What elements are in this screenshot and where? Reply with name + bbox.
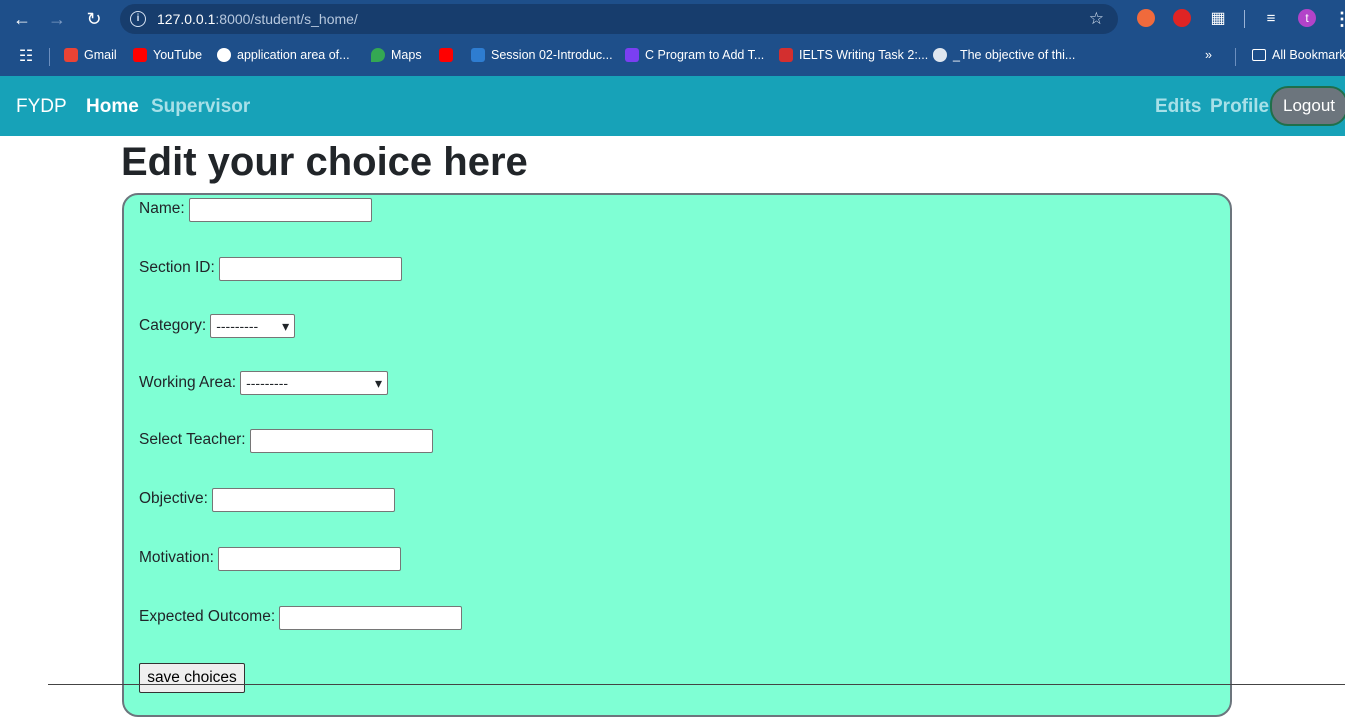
navbar-brand[interactable]: FYDP — [16, 96, 67, 118]
all-bookmarks-folder[interactable]: All Bookmarks — [1252, 48, 1345, 62]
outcome-row: Expected Outcome: — [139, 604, 463, 630]
bookmark-application-area[interactable]: application area of... — [217, 48, 350, 62]
apps-grid-icon[interactable]: ☷ — [14, 45, 38, 69]
browser-toolbar: ← → ↻ i 127.0.0.1:8000/student/s_home/ ☆… — [0, 0, 1345, 38]
all-bookmarks-label: All Bookmarks — [1272, 48, 1345, 62]
bookmark-maps[interactable]: Maps — [371, 48, 422, 62]
back-arrow-icon[interactable]: ← — [10, 7, 34, 31]
bookmark-label: application area of... — [237, 48, 350, 62]
category-selected-value: --------- — [216, 318, 259, 334]
objective-label: Objective: — [139, 490, 208, 507]
extensions-puzzle-icon[interactable]: ▦ — [1206, 7, 1230, 31]
bookmark-label: Gmail — [84, 48, 117, 62]
c-program-icon — [625, 48, 639, 62]
objective-row: Objective: — [139, 486, 395, 512]
address-bar[interactable]: i 127.0.0.1:8000/student/s_home/ ☆ — [120, 4, 1118, 34]
bookmarks-overflow-icon[interactable]: » — [1205, 48, 1212, 62]
bookmark-label: Maps — [391, 48, 422, 62]
globe-icon — [933, 48, 947, 62]
bookmark-objective[interactable]: _The objective of thi... — [933, 48, 1075, 62]
toolbar-divider — [1244, 10, 1245, 28]
liz-icon — [779, 48, 793, 62]
chevron-down-icon: ▾ — [282, 317, 290, 334]
motivation-input[interactable] — [217, 547, 401, 571]
bookmarks-bar: ☷ Gmail YouTube application area of... M… — [0, 38, 1345, 76]
site-info-icon[interactable]: i — [130, 11, 146, 27]
app-navbar: FYDP Home Supervisor Edits Profile Logou… — [0, 76, 1345, 136]
outcome-label: Expected Outcome: — [139, 608, 276, 625]
bookmark-label: _The objective of thi... — [953, 48, 1076, 62]
choice-form: Name: Section ID: Category: --------- ▾ W… — [122, 193, 1232, 717]
reload-icon[interactable]: ↻ — [82, 7, 106, 31]
bookmark-c-program[interactable]: C Program to Add T... — [625, 48, 764, 62]
working-area-label: Working Area: — [139, 374, 237, 391]
section-id-input[interactable] — [218, 257, 402, 281]
url-path: :8000/student/s_home/ — [215, 11, 358, 27]
bookmark-session-02[interactable]: Session 02-Introduc... — [471, 48, 613, 62]
bookmarks-divider — [49, 48, 50, 66]
session-icon — [471, 48, 485, 62]
motivation-row: Motivation: — [139, 545, 401, 571]
nav-home-link[interactable]: Home — [86, 96, 139, 118]
working-area-row: Working Area: --------- ▾ — [139, 371, 389, 395]
section-row: Section ID: — [139, 255, 402, 281]
url-host: 127.0.0.1 — [157, 11, 216, 27]
bookmark-label: YouTube — [153, 48, 203, 62]
google-icon — [217, 48, 231, 62]
extension-hand-icon[interactable] — [1173, 9, 1191, 27]
teacher-label: Select Teacher: — [139, 431, 246, 448]
youtube-icon — [133, 48, 147, 62]
profile-avatar[interactable]: t — [1298, 9, 1316, 27]
bookmark-label: Session 02-Introduc... — [491, 48, 613, 62]
bookmark-ielts[interactable]: IELTS Writing Task 2:... — [779, 48, 928, 62]
url-text: 127.0.0.1:8000/student/s_home/ — [157, 11, 358, 27]
teacher-input[interactable] — [249, 429, 433, 453]
motivation-label: Motivation: — [139, 549, 214, 566]
chevron-down-icon: ▾ — [375, 374, 383, 391]
bookmark-star-icon[interactable]: ☆ — [1089, 9, 1104, 29]
bookmarks-divider — [1235, 48, 1236, 66]
bookmark-youtube[interactable]: YouTube — [133, 48, 202, 62]
page-title: Edit your choice here — [121, 140, 528, 184]
bookmark-label: C Program to Add T... — [645, 48, 765, 62]
outcome-input[interactable] — [279, 606, 463, 630]
forward-arrow-icon[interactable]: → — [45, 7, 69, 31]
nav-supervisor-link[interactable]: Supervisor — [151, 96, 250, 118]
reading-list-icon[interactable]: ≡ — [1259, 7, 1283, 31]
gmail-icon — [64, 48, 78, 62]
section-label: Section ID: — [139, 259, 215, 276]
bookmark-gmail[interactable]: Gmail — [64, 48, 117, 62]
working-area-selected-value: --------- — [246, 375, 289, 391]
bookmark-youtube-2[interactable] — [439, 48, 453, 62]
logout-button[interactable]: Logout — [1270, 86, 1345, 126]
category-row: Category: --------- ▾ — [139, 314, 296, 338]
category-label: Category: — [139, 317, 207, 334]
category-select[interactable]: --------- ▾ — [210, 314, 296, 338]
nav-profile-link[interactable]: Profile — [1210, 96, 1269, 118]
maps-pin-icon — [371, 48, 385, 62]
name-label: Name: — [139, 200, 185, 217]
save-choices-button[interactable]: save choices — [139, 663, 245, 693]
youtube-icon — [439, 48, 453, 62]
working-area-select[interactable]: --------- ▾ — [240, 371, 389, 395]
nav-edits-link[interactable]: Edits — [1155, 96, 1201, 118]
extension-flame-icon[interactable] — [1137, 9, 1155, 27]
teacher-row: Select Teacher: — [139, 427, 433, 453]
objective-input[interactable] — [211, 488, 395, 512]
name-row: Name: — [139, 196, 372, 222]
browser-menu-icon[interactable]: ⋮ — [1330, 7, 1345, 31]
name-input[interactable] — [188, 198, 372, 222]
bookmark-label: IELTS Writing Task 2:... — [799, 48, 929, 62]
folder-icon — [1252, 49, 1266, 61]
